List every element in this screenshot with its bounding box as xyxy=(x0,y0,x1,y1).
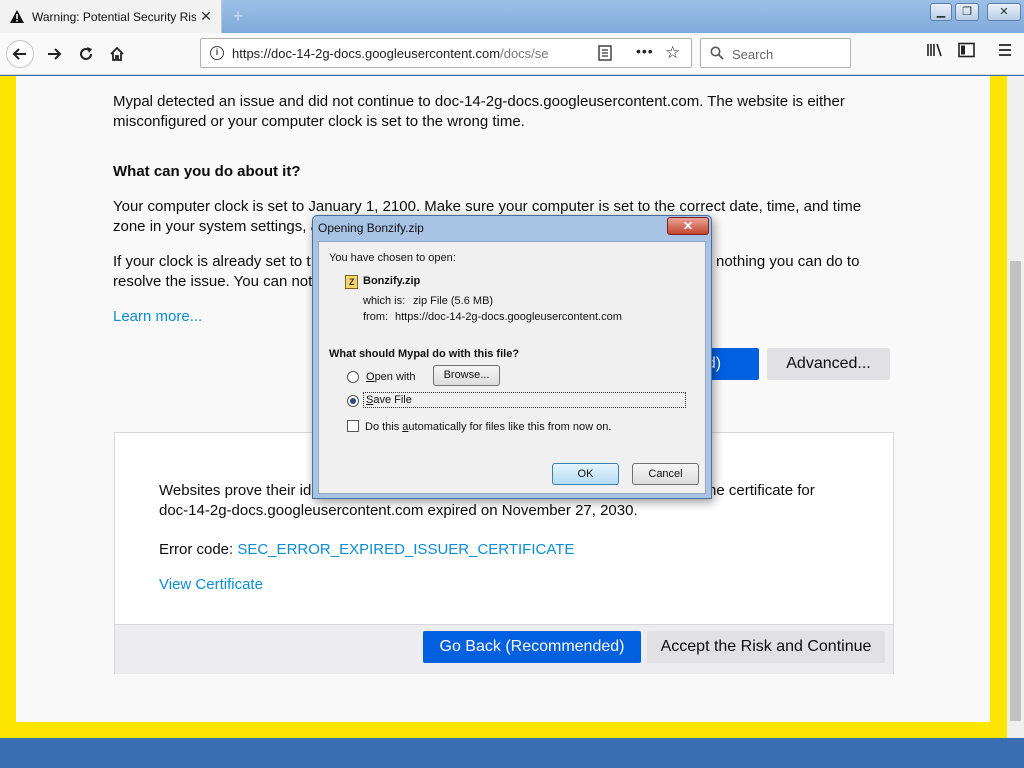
download-dialog: Opening Bonzify.zip ✕ You have chosen to… xyxy=(312,215,712,499)
page-scrollbar[interactable] xyxy=(1007,76,1024,738)
panel-text-1-end: ne certificate for xyxy=(708,482,815,499)
action-question: What should Mypal do with this file? xyxy=(329,348,520,360)
browse-button[interactable]: Browse... xyxy=(433,365,500,386)
error-code-link[interactable]: SEC_ERROR_EXPIRED_ISSUER_CERTIFICATE xyxy=(237,541,574,558)
maximize-button[interactable]: ❐ xyxy=(955,3,979,21)
library-icon[interactable] xyxy=(926,42,944,63)
save-file-label[interactable]: Save File xyxy=(363,392,686,408)
site-info-icon[interactable]: i xyxy=(210,46,224,60)
file-source-label: from: xyxy=(363,311,389,323)
reader-view-icon[interactable] xyxy=(598,45,612,61)
dialog-close-button[interactable]: ✕ xyxy=(667,217,709,235)
reload-icon xyxy=(80,47,92,60)
panel-text-2: doc-14-2g-docs.googleusercontent.com exp… xyxy=(159,502,638,519)
file-type-label: which is: xyxy=(363,295,406,307)
intro-text: Mypal detected an issue and did not cont… xyxy=(113,93,845,130)
forward-button[interactable] xyxy=(40,40,68,68)
url-bar[interactable]: i https://doc-14-2g-docs.googleuserconte… xyxy=(200,38,692,68)
error-code-label: Error code: xyxy=(159,541,238,558)
save-file-radio[interactable] xyxy=(347,395,359,407)
warning-icon xyxy=(10,10,24,23)
bookmark-star-icon[interactable]: ☆ xyxy=(665,43,680,63)
open-with-radio[interactable] xyxy=(347,371,359,383)
file-name: Bonzify.zip xyxy=(363,275,421,287)
dialog-body: You have chosen to open: Z Bonzify.zip w… xyxy=(318,241,706,494)
page-actions-icon[interactable]: ••• xyxy=(636,43,654,59)
taskbar xyxy=(0,738,1024,768)
cancel-button[interactable]: Cancel xyxy=(632,463,699,485)
scrollbar-thumb[interactable] xyxy=(1010,261,1021,721)
back-arrow-icon xyxy=(12,48,26,60)
open-with-label[interactable]: Open with xyxy=(366,371,416,383)
panel-footer: Go Back (Recommended) Accept the Risk an… xyxy=(115,624,893,674)
search-placeholder: Search xyxy=(732,47,774,62)
tab-close-icon[interactable]: ✕ xyxy=(199,9,213,23)
dialog-title: Opening Bonzify.zip xyxy=(318,221,424,235)
search-bar[interactable]: Search xyxy=(700,38,851,68)
clock-text-2: If your clock is already set to t xyxy=(113,253,311,270)
auto-download-label[interactable]: Do this automatically for files like thi… xyxy=(365,421,611,433)
home-icon xyxy=(110,46,124,61)
home-button[interactable] xyxy=(103,40,131,68)
file-source-value: https://doc-14-2g-docs.googleusercontent… xyxy=(395,311,622,323)
forward-arrow-icon xyxy=(48,48,62,60)
back-button[interactable] xyxy=(6,40,34,68)
title-bar: Warning: Potential Security Risk Ahead ✕… xyxy=(0,0,1024,33)
browser-tab[interactable]: Warning: Potential Security Risk Ahead ✕ xyxy=(0,0,222,33)
file-type-value: zip File (5.6 MB) xyxy=(413,295,494,307)
zip-file-icon: Z xyxy=(345,275,358,289)
clock-text-3: resolve the issue. You can notif xyxy=(113,273,320,290)
navigation-toolbar: i https://doc-14-2g-docs.googleuserconte… xyxy=(0,33,1024,75)
reload-button[interactable] xyxy=(72,40,100,68)
accept-risk-button[interactable]: Accept the Risk and Continue xyxy=(647,631,885,663)
go-back-button[interactable]: Go Back (Recommended) xyxy=(423,631,641,663)
hamburger-menu-icon[interactable] xyxy=(997,42,1013,63)
sidebar-icon[interactable] xyxy=(958,42,976,63)
window-close-button[interactable]: ✕ xyxy=(987,3,1021,21)
clock-text-2-end: nothing you can do to xyxy=(716,253,860,270)
chosen-label: You have chosen to open: xyxy=(329,252,456,264)
url-text[interactable]: https://doc-14-2g-docs.googleusercontent… xyxy=(232,46,562,61)
tab-title: Warning: Potential Security Risk Ahead xyxy=(32,9,196,24)
search-icon xyxy=(710,46,724,60)
view-certificate-link[interactable]: View Certificate xyxy=(159,575,359,595)
what-can-you-do-heading: What can you do about it? xyxy=(113,163,301,180)
new-tab-button[interactable]: + xyxy=(228,6,248,26)
learn-more-link[interactable]: Learn more... xyxy=(113,307,233,327)
auto-download-checkbox[interactable] xyxy=(347,420,359,432)
advanced-button[interactable]: Advanced... xyxy=(767,348,890,380)
ok-button[interactable]: OK xyxy=(552,463,619,485)
panel-text-1: Websites prove their id xyxy=(159,482,312,499)
error-code-line: Error code: SEC_ERROR_EXPIRED_ISSUER_CER… xyxy=(159,540,859,560)
minimize-button[interactable]: ▁ xyxy=(930,3,952,21)
